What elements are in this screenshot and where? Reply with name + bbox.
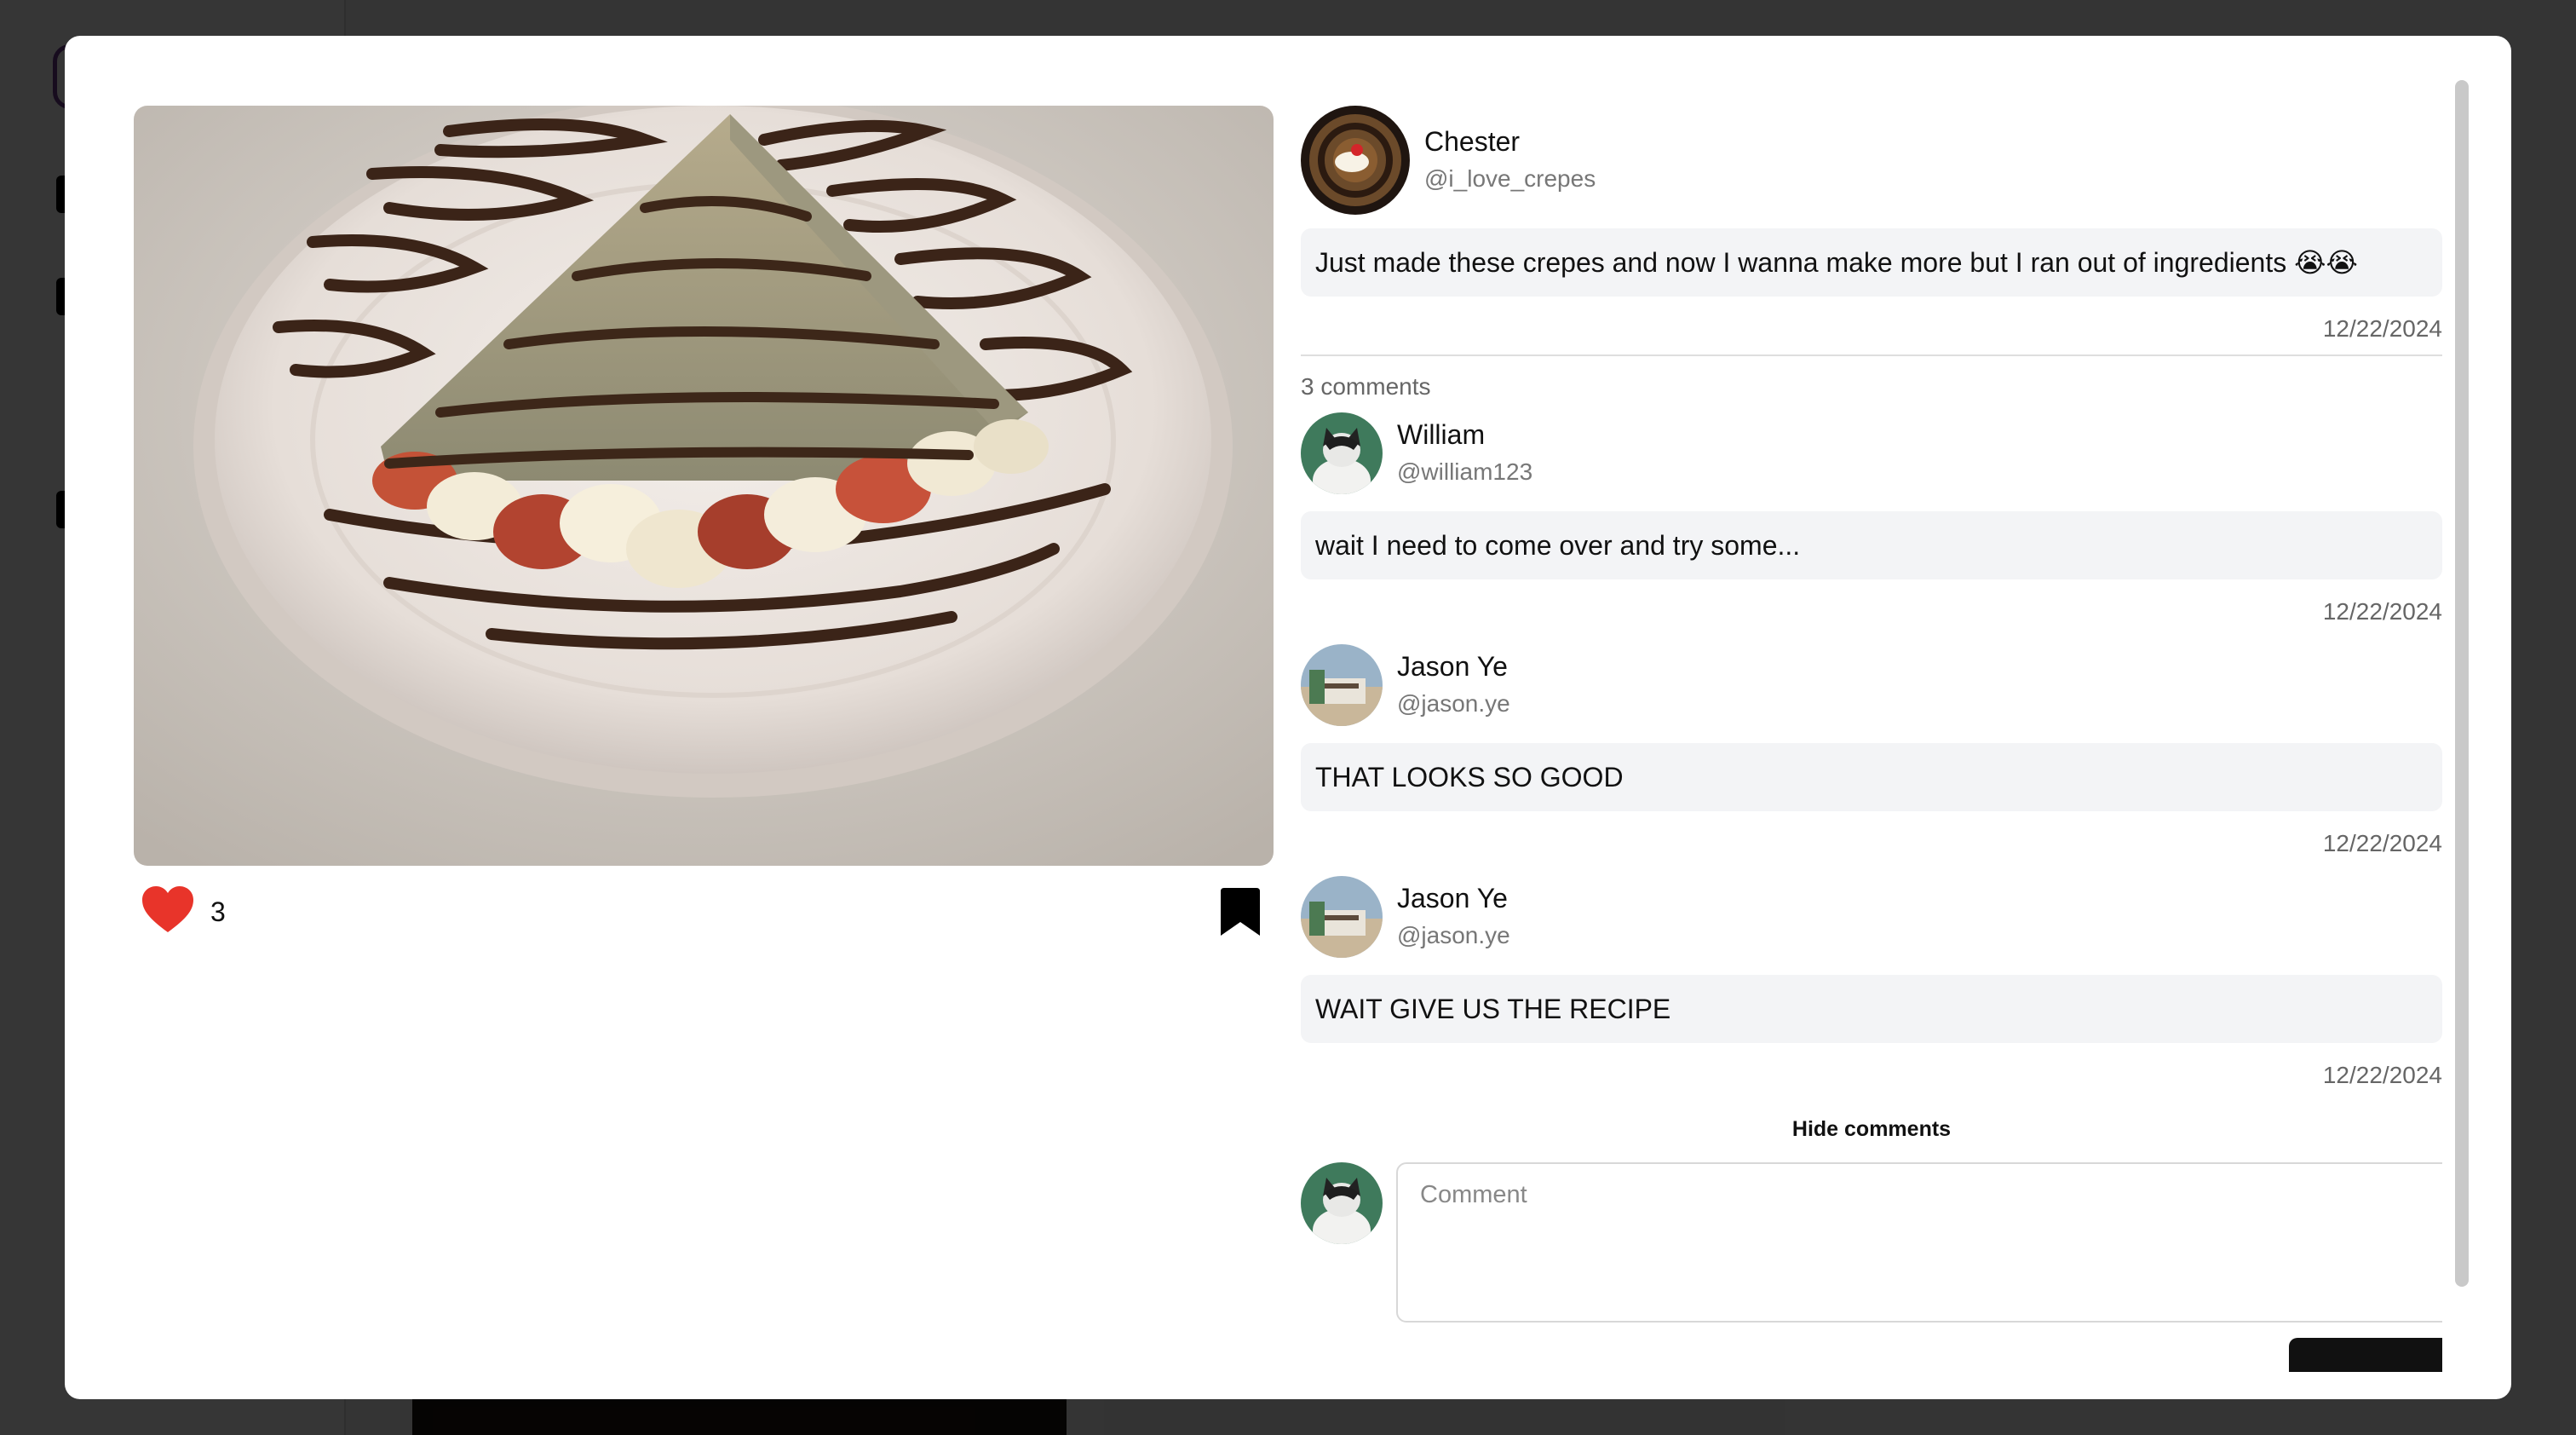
comment-date: 12/22/2024 bbox=[2322, 1062, 2442, 1088]
commenter-avatar[interactable] bbox=[1301, 412, 1383, 494]
post-author: Chester @i_love_crepes bbox=[1301, 106, 2442, 216]
comment-date: 12/22/2024 bbox=[2322, 598, 2442, 625]
commenter-name[interactable]: William bbox=[1397, 419, 1485, 451]
comment-composer bbox=[1301, 1162, 2442, 1372]
post-actions: 3 bbox=[134, 866, 1275, 961]
post-caption: Just made these crepes and now I wanna m… bbox=[1301, 228, 2442, 297]
comment-date: 12/22/2024 bbox=[2322, 830, 2442, 856]
commenter-avatar[interactable] bbox=[1301, 644, 1383, 726]
commenter-name[interactable]: Jason Ye bbox=[1397, 883, 1508, 914]
bookmark-icon bbox=[1221, 888, 1260, 936]
commenter-avatar[interactable] bbox=[1301, 876, 1383, 958]
post-modal: 3 Chester @i_love_crepes Just made these… bbox=[65, 36, 2511, 1399]
commenter-handle[interactable]: @jason.ye bbox=[1397, 922, 1510, 949]
comment-item: William @william123 wait I need to come … bbox=[1301, 412, 2442, 627]
comment-count: 3 comments bbox=[1301, 373, 1431, 400]
author-handle[interactable]: @i_love_crepes bbox=[1424, 165, 1596, 193]
post-image bbox=[134, 106, 1274, 866]
save-button[interactable] bbox=[1221, 888, 1260, 936]
post-date: 12/22/2024 bbox=[2322, 315, 2442, 342]
author-avatar[interactable] bbox=[1301, 106, 1410, 215]
like-count: 3 bbox=[210, 896, 226, 927]
commenter-handle[interactable]: @william123 bbox=[1397, 458, 1532, 486]
author-name[interactable]: Chester bbox=[1424, 126, 1520, 158]
comment-text: THAT LOOKS SO GOOD bbox=[1301, 743, 2442, 811]
post-media-column: 3 bbox=[134, 106, 1275, 961]
comment-item: Jason Ye @jason.ye THAT LOOKS SO GOOD 12… bbox=[1301, 644, 2442, 859]
like-button[interactable] bbox=[142, 886, 193, 934]
comment-text: WAIT GIVE US THE RECIPE bbox=[1301, 975, 2442, 1043]
comment-text: wait I need to come over and try some... bbox=[1301, 511, 2442, 579]
post-details-column: Chester @i_love_crepes Just made these c… bbox=[1301, 106, 2442, 1399]
comment-item: Jason Ye @jason.ye WAIT GIVE US THE RECI… bbox=[1301, 876, 2442, 1091]
scrollbar[interactable] bbox=[2455, 80, 2469, 1287]
commenter-handle[interactable]: @jason.ye bbox=[1397, 690, 1510, 718]
current-user-avatar bbox=[1301, 1162, 1383, 1244]
heart-icon bbox=[142, 886, 193, 932]
hide-comments-button[interactable]: Hide comments bbox=[1301, 1116, 2442, 1142]
commenter-name[interactable]: Jason Ye bbox=[1397, 651, 1508, 683]
post-comment-button[interactable] bbox=[2289, 1338, 2442, 1372]
divider bbox=[1301, 354, 2442, 356]
comment-input[interactable] bbox=[1396, 1162, 2442, 1323]
